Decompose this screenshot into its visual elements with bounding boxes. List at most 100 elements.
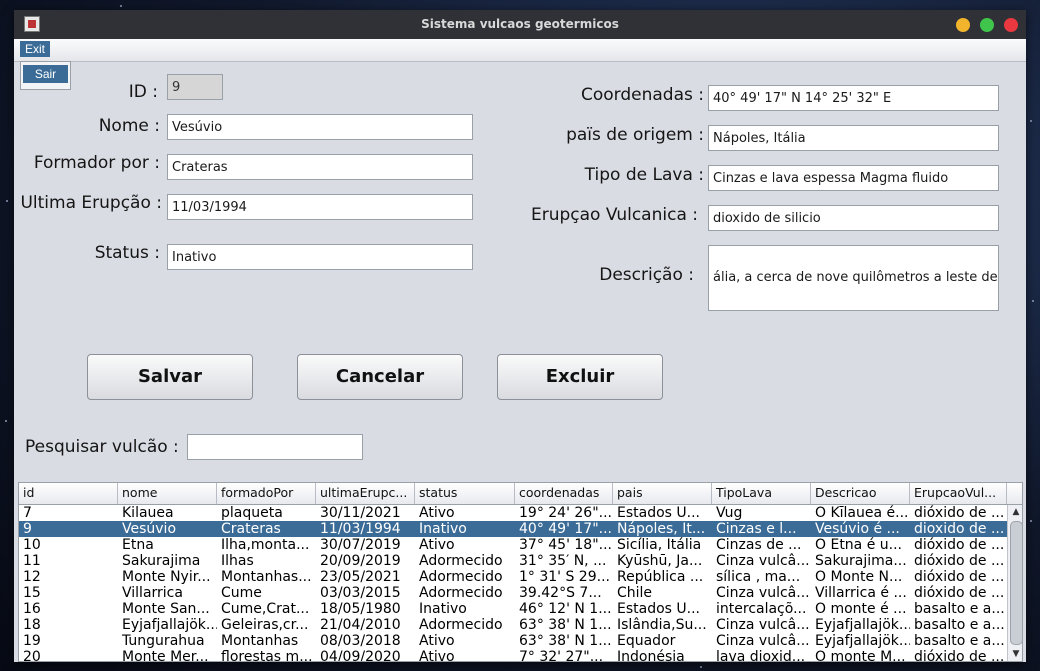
table-cell: Eyjafjallajök... [122, 617, 217, 633]
column-header[interactable]: ultimaErupc... [316, 483, 415, 504]
pais-label: païs de origem : [566, 125, 704, 145]
descricao-textarea[interactable]: ália, a cerca de nove quilômetros a lest… [708, 245, 999, 311]
table-row[interactable]: 7 Kilauea plaqueta 30/11/2021 Ativo 19° 24' 2… [19, 505, 1007, 521]
table-cell: dióxido de ... [914, 585, 1005, 601]
table-scrollbar[interactable]: ▲ ▼ [1007, 505, 1022, 661]
table-cell: 7° 32' 27"... [519, 649, 604, 662]
table-cell: 21/04/2010 [320, 617, 401, 633]
minimize-button[interactable] [956, 18, 970, 32]
formador-input[interactable]: Crateras [167, 154, 473, 180]
pais-input[interactable]: Nápoles, Itália [708, 125, 999, 151]
cancelar-button[interactable]: Cancelar [297, 354, 463, 400]
status-input[interactable]: Inativo [167, 244, 473, 270]
nome-input[interactable]: Vesúvio [167, 114, 473, 140]
table-cell: Adormecido [419, 569, 503, 585]
table-cell: Inativo [419, 521, 467, 537]
column-header[interactable]: id [19, 483, 118, 504]
table-cell: 12 [23, 569, 41, 585]
exit-dropdown: Sair [20, 61, 71, 90]
id-field[interactable]: 9 [167, 74, 223, 100]
table-cell: Adormecido [419, 585, 503, 601]
table-row[interactable]: 20 Monte Mer... florestas m... 04/09/2020 At… [19, 649, 1007, 662]
table-cell: 20/09/2019 [320, 553, 401, 569]
table-cell: 19 [23, 633, 41, 649]
table-cell: Cume [221, 585, 262, 601]
tipo-lava-input[interactable]: Cinzas e lava espessa Magma fluido [708, 165, 999, 191]
ultima-erupcao-input[interactable]: 11/03/1994 [167, 194, 473, 220]
table-row[interactable]: 9 Vesúvio Crateras 11/03/1994 Inativo 40° 49'… [19, 521, 1007, 537]
table-cell: Ativo [419, 633, 455, 649]
table-cell: plaqueta [221, 505, 283, 521]
table-cell: 11/03/1994 [320, 521, 401, 537]
column-header[interactable]: pais [613, 483, 712, 504]
table-cell: Villarrica [122, 585, 183, 601]
nome-label: Nome : [98, 116, 160, 136]
status-label: Status : [94, 243, 160, 263]
table-cell: Cinzas de ... [716, 537, 802, 553]
column-header[interactable]: Descricao [811, 483, 910, 504]
scroll-up-icon[interactable]: ▲ [1008, 505, 1022, 519]
table-cell: Ativo [419, 649, 455, 662]
table-row[interactable]: 16 Monte San... Cume,Crat... 18/05/1980 Inat… [19, 601, 1007, 617]
table-cell: O monte é ... [815, 601, 907, 617]
table-header: id nome formadoPor ultimaErupc... status coor… [19, 483, 1022, 505]
table-cell: Cinzas e l... [716, 521, 797, 537]
table-cell: 7 [23, 505, 32, 521]
table-row[interactable]: 18 Eyjafjallajök... Geleiras,cr... 21/04/20… [19, 617, 1007, 633]
table-cell: 30/07/2019 [320, 537, 401, 553]
table-cell: Montanhas [221, 633, 299, 649]
table-cell: Sakurajima [122, 553, 201, 569]
menu-item-sair[interactable]: Sair [23, 65, 68, 83]
table-cell: 15 [23, 585, 41, 601]
table-cell: Cinza vulcâ... [716, 617, 810, 633]
table-cell: 10 [23, 537, 41, 553]
table-cell: sílica , ma... [716, 569, 801, 585]
table-cell: Geleiras,cr... [221, 617, 309, 633]
table-cell: dióxido de ... [914, 649, 1005, 662]
table-cell: Adormecido [419, 553, 503, 569]
close-button[interactable] [1004, 18, 1018, 32]
coordenadas-input[interactable]: 40° 49' 17" N 14° 25' 32" E [708, 85, 999, 111]
scroll-down-icon[interactable]: ▼ [1008, 647, 1022, 661]
window-title: Sistema vulcaos geotermicos [421, 17, 619, 31]
column-header[interactable]: ErupcaoVul... [910, 483, 1007, 504]
menu-exit[interactable]: Exit [20, 41, 51, 57]
table-cell: Tungurahua [122, 633, 205, 649]
table-cell: 11 [23, 553, 41, 569]
table-cell: 19° 24' 26"... [519, 505, 612, 521]
table-cell: O Kīlauea é... [815, 505, 909, 521]
table-cell: dióxido de ... [914, 537, 1005, 553]
table-row[interactable]: 12 Monte Nyir... Montanhas... 23/05/2021 Ado… [19, 569, 1007, 585]
table-cell: Chile [617, 585, 653, 601]
table-cell: Eyjafjallajök... [815, 617, 910, 633]
table-cell: Ilha,monta... [221, 537, 310, 553]
table-cell: 63° 38' N 1... [519, 633, 612, 649]
table-row[interactable]: 15 Villarrica Cume 03/03/2015 Adormecido 39.4… [19, 585, 1007, 601]
table-row[interactable]: 19 Tungurahua Montanhas 08/03/2018 Ativo 63° … [19, 633, 1007, 649]
column-header[interactable]: nome [118, 483, 217, 504]
column-header[interactable]: formadoPor [217, 483, 316, 504]
table-cell: 04/09/2020 [320, 649, 401, 662]
search-input[interactable] [187, 434, 363, 460]
column-header[interactable]: coordenadas [515, 483, 613, 504]
salvar-button[interactable]: Salvar [87, 354, 253, 400]
table-cell: Cinza vulcâ... [716, 585, 810, 601]
table-cell: 1° 31' S 29... [519, 569, 610, 585]
table-cell: 18 [23, 617, 41, 633]
maximize-button[interactable] [980, 18, 994, 32]
erupcao-vulcanica-label: Erupçao Vulcanica : [531, 205, 698, 225]
table-row[interactable]: 11 Sakurajima Ilhas 20/09/2019 Adormecido 31°… [19, 553, 1007, 569]
erupcao-vulcanica-input[interactable]: dioxido de silicio [708, 205, 999, 231]
table-cell: intercalaçõ... [716, 601, 807, 617]
table-cell: Montanhas... [221, 569, 312, 585]
excluir-button[interactable]: Excluir [497, 354, 663, 400]
column-header[interactable]: status [415, 483, 515, 504]
table-cell: Monte Nyir... [122, 569, 211, 585]
scroll-thumb[interactable] [1010, 521, 1022, 645]
table-cell: Estados U... [617, 505, 701, 521]
table-body: 7 Kilauea plaqueta 30/11/2021 Ativo 19° 24' 2… [19, 505, 1007, 662]
table-cell: 23/05/2021 [320, 569, 401, 585]
column-header[interactable]: TipoLava [712, 483, 811, 504]
table-row[interactable]: 10 Etna Ilha,monta... 30/07/2019 Ativo 37° 45… [19, 537, 1007, 553]
table-cell: lava dioxid... [716, 649, 806, 662]
